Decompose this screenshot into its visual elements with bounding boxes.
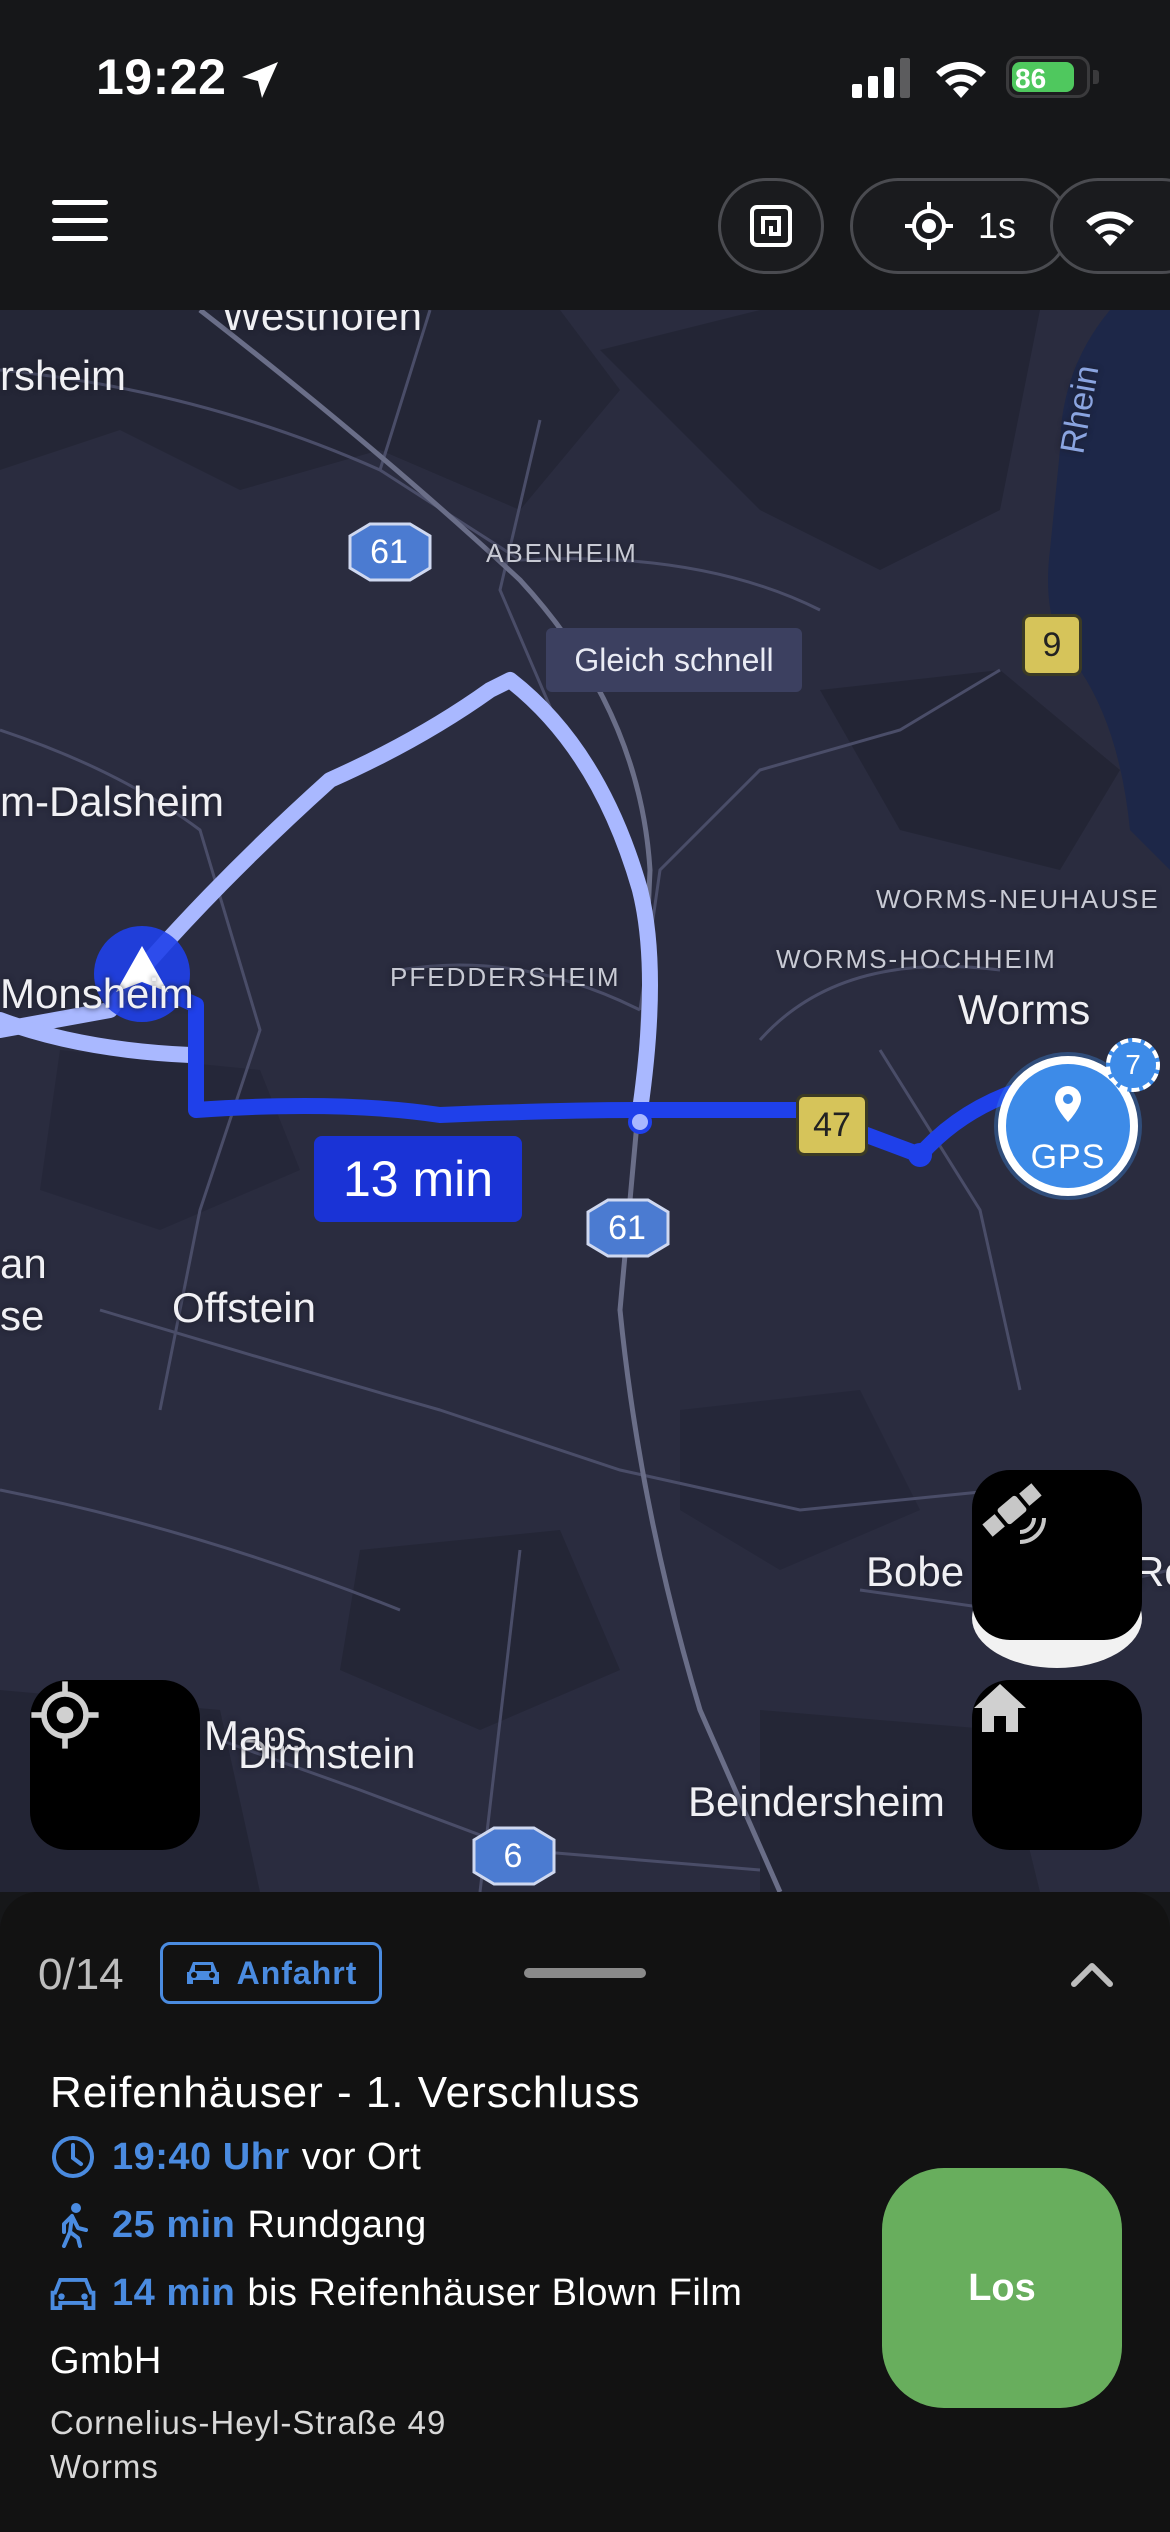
drive-suffix: bis Reifenhäuser Blown Film bbox=[247, 2272, 743, 2314]
walk-row: 25 min Rundgang bbox=[50, 2202, 427, 2248]
crosshair-icon bbox=[904, 202, 953, 250]
location-interval-button[interactable]: 1s bbox=[850, 178, 1070, 274]
arrival-row: 19:40 Uhr vor Ort bbox=[50, 2134, 421, 2180]
mode-badge: Anfahrt bbox=[160, 1942, 382, 2004]
shield-a6-label: 6 bbox=[503, 1837, 523, 1875]
place-monsheim: Monsheim bbox=[0, 970, 194, 1017]
shield-b47: 47 bbox=[796, 1094, 868, 1156]
gps-marker-label: GPS bbox=[1030, 1138, 1106, 1176]
place-beindersheim: Beindersheim bbox=[688, 1778, 945, 1825]
gps-count-badge: 7 bbox=[1106, 1038, 1160, 1092]
place-bobenheim: Bobe bbox=[866, 1548, 965, 1595]
arrival-time: 19:40 Uhr bbox=[112, 2135, 290, 2178]
top-toolbar: 1s bbox=[0, 150, 1170, 310]
arrival-suffix: vor Ort bbox=[301, 2135, 422, 2178]
drive-suffix-line2: GmbH bbox=[50, 2340, 162, 2382]
place-abenheim: ABENHEIM bbox=[486, 538, 638, 568]
nfc-button[interactable] bbox=[718, 178, 824, 274]
home-button[interactable] bbox=[972, 1680, 1142, 1850]
status-time: 19:22 bbox=[96, 49, 227, 105]
locate-button[interactable] bbox=[30, 1680, 200, 1850]
battery-tip bbox=[1093, 70, 1099, 84]
stop-title: Reifenhäuser - 1. Verschluss bbox=[50, 2068, 641, 2117]
car-icon bbox=[186, 1962, 219, 1984]
wifi-status-icon bbox=[936, 61, 986, 98]
nfc-tag-icon bbox=[750, 205, 792, 247]
map-pin-icon bbox=[1055, 1086, 1081, 1122]
clock-icon bbox=[52, 2136, 94, 2178]
walk-suffix: Rundgang bbox=[247, 2203, 427, 2246]
location-arrow-icon bbox=[242, 62, 278, 98]
shield-b9: 9 bbox=[1022, 614, 1082, 676]
drive-row: 14 min bis Reifenhäuser Blown Film bbox=[50, 2272, 742, 2315]
battery-indicator: 86 bbox=[1006, 56, 1090, 98]
status-bar: 19:22 86 bbox=[0, 0, 1170, 150]
maps-watermark: Maps bbox=[204, 1712, 307, 1759]
place-worms: Worms bbox=[958, 986, 1091, 1033]
satellite-button[interactable] bbox=[972, 1470, 1142, 1640]
mode-label: Anfahrt bbox=[236, 1954, 358, 1991]
route-eta-label[interactable]: 13 min bbox=[314, 1136, 522, 1222]
place-worms-neuhausen: WORMS-NEUHAUSE bbox=[876, 884, 1160, 914]
wifi-button[interactable] bbox=[1050, 178, 1170, 274]
cellular-signal-icon bbox=[852, 58, 910, 98]
walk-time: 25 min bbox=[112, 2203, 236, 2246]
drive-time: 14 min bbox=[112, 2272, 236, 2314]
place-osthofen-partial: rsheim bbox=[0, 352, 127, 399]
alternative-route-callout[interactable]: Gleich schnell bbox=[546, 628, 802, 692]
shield-a61-top-label: 61 bbox=[370, 533, 408, 571]
address-street: Cornelius-Heyl-Straße 49 bbox=[50, 2404, 447, 2441]
walking-person-icon bbox=[62, 2203, 88, 2248]
location-interval-label: 1s bbox=[977, 205, 1017, 246]
shield-a61-bottom-label: 61 bbox=[608, 1209, 646, 1247]
battery-percent: 86 bbox=[1015, 63, 1047, 94]
place-offstein: Offstein bbox=[172, 1284, 316, 1331]
place-dalsheim: m-Dalsheim bbox=[0, 778, 225, 825]
place-pfeddersheim: PFEDDERSHEIM bbox=[390, 962, 621, 992]
place-partial-left-2: se bbox=[0, 1292, 45, 1339]
crosshair-icon bbox=[31, 1681, 99, 1749]
go-button[interactable]: Los bbox=[882, 2168, 1122, 2408]
place-partial-left-1: an bbox=[0, 1240, 47, 1287]
address-city: Worms bbox=[50, 2448, 159, 2485]
hamburger-menu-icon[interactable] bbox=[52, 200, 116, 250]
stop-progress: 0/14 bbox=[38, 1950, 124, 1999]
wifi-icon bbox=[1086, 211, 1134, 247]
route-bottom-sheet[interactable]: 0/14 Anfahrt Reifenhäuser - 1. Verschlus… bbox=[0, 1892, 1170, 2532]
chevron-up-icon[interactable] bbox=[1068, 1952, 1116, 1992]
home-icon bbox=[974, 1684, 1026, 1732]
place-worms-hochheim: WORMS-HOCHHEIM bbox=[776, 944, 1057, 974]
sheet-grabber[interactable] bbox=[524, 1968, 646, 1978]
map-view[interactable]: Westhofen rsheim ABENHEIM m-Dalsheim Mon… bbox=[0, 310, 1170, 1892]
satellite-icon bbox=[982, 1483, 1046, 1544]
place-westhofen: Westhofen bbox=[222, 310, 423, 339]
car-icon bbox=[50, 2277, 96, 2310]
